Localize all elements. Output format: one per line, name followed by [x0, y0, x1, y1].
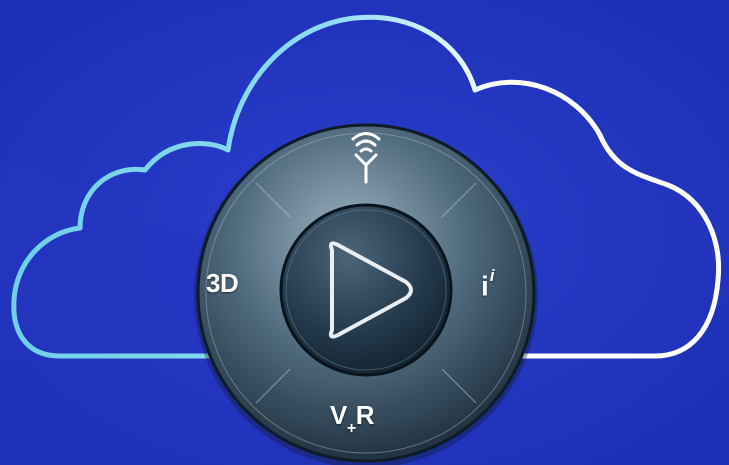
label-v: V — [330, 400, 347, 430]
label-i-superscript: i — [489, 266, 495, 285]
label-plus: + — [346, 420, 356, 438]
stage: 3D ii V+R — [0, 0, 729, 465]
label-3d: 3D — [206, 268, 239, 298]
compass-bottom-label[interactable]: V+R — [330, 400, 375, 438]
compass-right-label[interactable]: ii — [481, 266, 495, 302]
compass-left-label[interactable]: 3D — [206, 268, 239, 299]
label-i: i — [481, 270, 489, 302]
label-r: R — [355, 400, 375, 430]
